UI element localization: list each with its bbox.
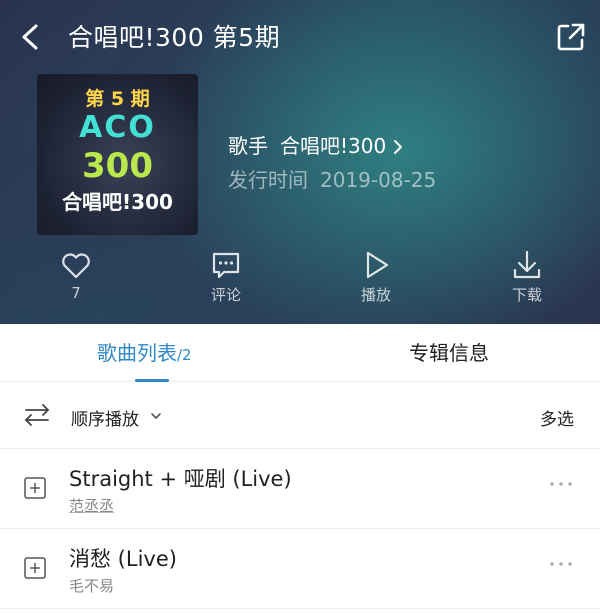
comment-icon (212, 252, 240, 279)
list-toolbar: 顺序播放 多选 (0, 383, 600, 449)
release-date-value: 2019-08-25 (320, 168, 437, 192)
song-row[interactable]: 消愁 (Live) 毛不易 (0, 529, 600, 609)
like-button[interactable]: 7 (36, 248, 116, 302)
song-artist[interactable]: 范丞丞 (69, 495, 114, 516)
comment-button[interactable]: 评论 (186, 248, 266, 305)
top-bar: 合唱吧!300 第5期 (0, 0, 600, 74)
song-row[interactable]: Straight + 哑剧 (Live) 范丞丞 (0, 449, 600, 529)
download-icon (513, 250, 541, 279)
song-title: 消愁 (Live) (69, 547, 177, 571)
more-options-icon[interactable] (548, 479, 574, 489)
artist-label: 歌手 (228, 134, 268, 158)
multi-select-button[interactable]: 多选 (540, 405, 574, 430)
play-order-label[interactable]: 顺序播放 (71, 405, 139, 430)
comment-label: 评论 (210, 286, 241, 304)
cover-brand-text: 合唱吧!300 (62, 190, 173, 214)
tab-song-list[interactable]: 歌曲列表/2 (97, 324, 192, 382)
cover-issue-text: 第 5 期 (85, 88, 150, 110)
album-header: 合唱吧!300 第5期 第 5 期 ACO 300 合唱吧!300 歌手 合唱吧!… (0, 0, 600, 324)
action-bar: 7 评论 播放 下载 (0, 248, 600, 312)
song-title: Straight + 哑剧 (Live) (69, 467, 292, 491)
download-button[interactable]: 下载 (487, 248, 567, 305)
song-artist[interactable]: 毛不易 (69, 575, 114, 596)
back-button[interactable] (14, 20, 48, 54)
share-external-icon (557, 23, 585, 51)
sequential-play-icon[interactable] (24, 403, 50, 427)
download-label: 下载 (511, 286, 542, 304)
artist-link[interactable]: 歌手 合唱吧!300 (228, 130, 404, 160)
heart-icon (62, 253, 90, 279)
tab-bar: 歌曲列表/2 专辑信息 (0, 324, 600, 382)
add-to-playlist-icon[interactable] (24, 477, 46, 499)
play-icon (366, 251, 389, 279)
tab-album-info[interactable]: 专辑信息 (409, 324, 489, 382)
play-button[interactable]: 播放 (336, 248, 416, 305)
cover-logo-number: 300 (82, 146, 153, 186)
release-date-label: 发行时间 (228, 168, 308, 192)
song-count: /2 (177, 346, 192, 364)
like-count: 7 (71, 284, 81, 302)
artist-name: 合唱吧!300 (280, 134, 387, 158)
cover-logo-text: ACO (79, 110, 156, 145)
tab-active-indicator (135, 379, 169, 382)
play-label: 播放 (360, 286, 391, 304)
share-button[interactable] (554, 20, 588, 54)
page-title: 合唱吧!300 第5期 (68, 23, 281, 52)
back-arrow-icon (22, 24, 38, 50)
add-to-playlist-icon[interactable] (24, 557, 46, 579)
release-date-row: 发行时间 2019-08-25 (228, 164, 436, 193)
more-options-icon[interactable] (548, 559, 574, 569)
chevron-down-icon[interactable] (150, 410, 162, 422)
album-cover[interactable]: 第 5 期 ACO 300 合唱吧!300 (37, 74, 198, 235)
chevron-right-icon (392, 136, 404, 160)
tab-song-list-label: 歌曲列表 (97, 341, 177, 365)
